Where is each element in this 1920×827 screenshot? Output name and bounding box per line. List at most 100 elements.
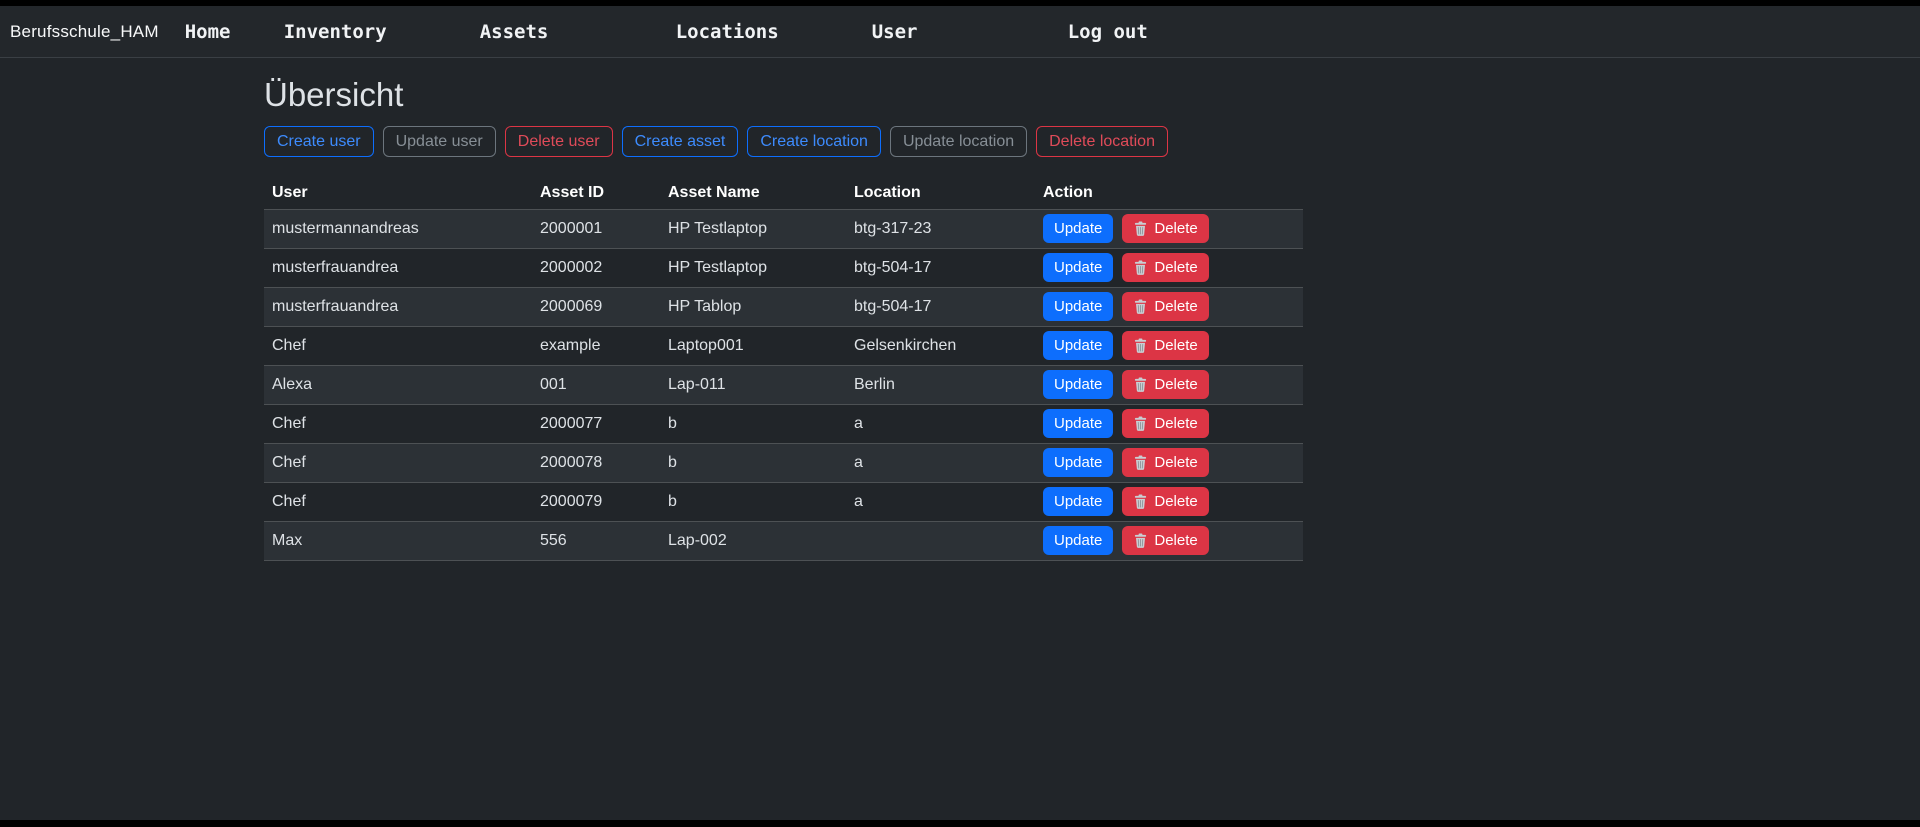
column-header-asset-name: Asset Name: [660, 178, 846, 209]
table-row: musterfrauandrea 2000002 HP Testlaptop b…: [264, 248, 1303, 287]
table-row: musterfrauandrea 2000069 HP Tablop btg-5…: [264, 287, 1303, 326]
cell-asset-id: 2000001: [532, 209, 660, 248]
delete-button-label: Delete: [1154, 298, 1197, 315]
update-button[interactable]: Update: [1043, 448, 1113, 477]
table-row: mustermannandreas 2000001 HP Testlaptop …: [264, 209, 1303, 248]
toolbar-button[interactable]: Create asset: [622, 126, 739, 157]
cell-action: Update: [1035, 365, 1303, 404]
delete-button[interactable]: Delete: [1122, 370, 1208, 399]
delete-button[interactable]: Delete: [1122, 214, 1208, 243]
trash-icon: [1133, 299, 1148, 314]
cell-asset-id: 2000079: [532, 482, 660, 521]
cell-action: Update: [1035, 482, 1303, 521]
delete-button-label: Delete: [1154, 415, 1197, 432]
column-header-location: Location: [846, 178, 1035, 209]
update-button[interactable]: Update: [1043, 253, 1113, 282]
cell-user: musterfrauandrea: [264, 248, 532, 287]
cell-location: btg-317-23: [846, 209, 1035, 248]
delete-button-label: Delete: [1154, 337, 1197, 354]
cell-action: Update: [1035, 443, 1303, 482]
cell-action: Update: [1035, 287, 1303, 326]
nav-item[interactable]: Log out: [1068, 21, 1264, 43]
cell-user: Max: [264, 521, 532, 560]
cell-asset-id: 2000077: [532, 404, 660, 443]
cell-asset-id: 2000078: [532, 443, 660, 482]
delete-button-label: Delete: [1154, 532, 1197, 549]
cell-user: mustermannandreas: [264, 209, 532, 248]
cell-action: Update: [1035, 326, 1303, 365]
nav-item[interactable]: Assets: [480, 21, 676, 43]
delete-button-label: Delete: [1154, 220, 1197, 237]
cell-user: musterfrauandrea: [264, 287, 532, 326]
delete-button[interactable]: Delete: [1122, 253, 1208, 282]
table-row: Chef example Laptop001 Gelsenkirchen Upd…: [264, 326, 1303, 365]
cell-user: Chef: [264, 443, 532, 482]
table-header-row: User Asset ID Asset Name Location Action: [264, 178, 1303, 209]
cell-action: Update: [1035, 248, 1303, 287]
delete-button[interactable]: Delete: [1122, 526, 1208, 555]
trash-icon: [1133, 377, 1148, 392]
toolbar-button[interactable]: Update user: [383, 126, 496, 157]
cell-user: Chef: [264, 482, 532, 521]
navbar-brand[interactable]: Berufsschule_HAM: [10, 22, 159, 42]
trash-icon: [1133, 533, 1148, 548]
update-button[interactable]: Update: [1043, 331, 1113, 360]
update-button[interactable]: Update: [1043, 409, 1113, 438]
column-header-user: User: [264, 178, 532, 209]
cell-asset-id: 556: [532, 521, 660, 560]
cell-location: a: [846, 404, 1035, 443]
table-row: Chef 2000077 b a Update: [264, 404, 1303, 443]
cell-asset-name: HP Testlaptop: [660, 248, 846, 287]
cell-asset-name: Lap-011: [660, 365, 846, 404]
crud-toolbar: Create user Update user Delete user Crea…: [264, 126, 1168, 157]
delete-button[interactable]: Delete: [1122, 409, 1208, 438]
toolbar-button[interactable]: Create user: [264, 126, 374, 157]
table-row: Chef 2000079 b a Update: [264, 482, 1303, 521]
cell-action: Update: [1035, 404, 1303, 443]
delete-button-label: Delete: [1154, 493, 1197, 510]
update-button[interactable]: Update: [1043, 214, 1113, 243]
cell-asset-name: HP Testlaptop: [660, 209, 846, 248]
nav-item[interactable]: Home: [185, 21, 284, 43]
cell-location: Berlin: [846, 365, 1035, 404]
trash-icon: [1133, 260, 1148, 275]
update-button[interactable]: Update: [1043, 526, 1113, 555]
update-button[interactable]: Update: [1043, 487, 1113, 516]
nav-item[interactable]: Inventory: [284, 21, 480, 43]
delete-button[interactable]: Delete: [1122, 487, 1208, 516]
toolbar-button[interactable]: Update location: [890, 126, 1027, 157]
cell-location: a: [846, 443, 1035, 482]
toolbar-button[interactable]: Delete user: [505, 126, 613, 157]
cell-location: [846, 521, 1035, 560]
update-button[interactable]: Update: [1043, 292, 1113, 321]
page-title: Übersicht: [264, 76, 403, 114]
cell-user: Chef: [264, 326, 532, 365]
trash-icon: [1133, 338, 1148, 353]
assets-table: User Asset ID Asset Name Location Action…: [264, 178, 1303, 561]
toolbar-button[interactable]: Delete location: [1036, 126, 1168, 157]
nav-item[interactable]: Locations: [676, 21, 872, 43]
column-header-action: Action: [1035, 178, 1303, 209]
cell-asset-name: b: [660, 482, 846, 521]
cell-location: btg-504-17: [846, 248, 1035, 287]
cell-user: Alexa: [264, 365, 532, 404]
delete-button[interactable]: Delete: [1122, 331, 1208, 360]
delete-button-label: Delete: [1154, 259, 1197, 276]
cell-location: Gelsenkirchen: [846, 326, 1035, 365]
trash-icon: [1133, 494, 1148, 509]
delete-button[interactable]: Delete: [1122, 292, 1208, 321]
cell-asset-id: 2000002: [532, 248, 660, 287]
nav-item[interactable]: User: [872, 21, 1068, 43]
delete-button[interactable]: Delete: [1122, 448, 1208, 477]
table-row: Max 556 Lap-002 Update: [264, 521, 1303, 560]
trash-icon: [1133, 455, 1148, 470]
column-header-asset-id: Asset ID: [532, 178, 660, 209]
cell-asset-name: HP Tablop: [660, 287, 846, 326]
cell-action: Update: [1035, 209, 1303, 248]
update-button[interactable]: Update: [1043, 370, 1113, 399]
cell-asset-name: Laptop001: [660, 326, 846, 365]
toolbar-button[interactable]: Create location: [747, 126, 881, 157]
delete-button-label: Delete: [1154, 376, 1197, 393]
cell-asset-name: Lap-002: [660, 521, 846, 560]
top-navbar: Berufsschule_HAM Home Inventory Assets L…: [0, 6, 1920, 58]
